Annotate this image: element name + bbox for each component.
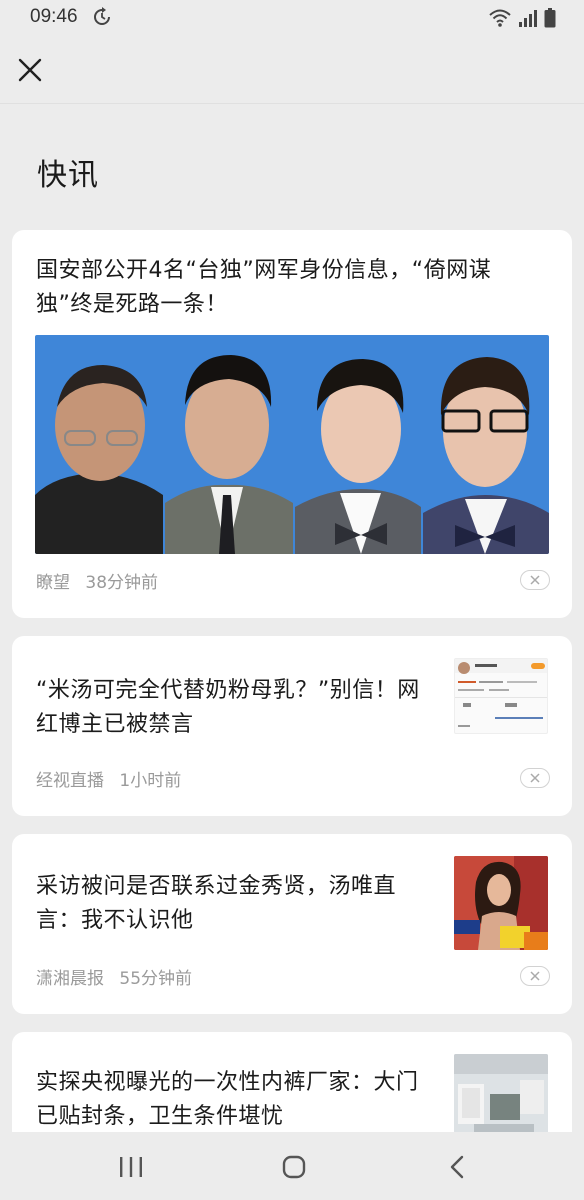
page-title: 快讯 <box>37 158 99 193</box>
news-title[interactable]: 采访被问是否联系过金秀贤，汤唯直言：我不认识他 <box>36 870 436 938</box>
news-title[interactable]: 国安部公开4名“台独”网军身份信息，“倚网谋独”终是死路一条！ <box>36 254 548 322</box>
news-feed[interactable]: 国安部公开4名“台独”网军身份信息，“倚网谋独”终是死路一条！ 瞭望 38分钟前… <box>0 230 584 1132</box>
close-icon[interactable] <box>14 54 46 86</box>
news-title[interactable]: “米汤可完全代替奶粉母乳？”别信！网红博主已被禁言 <box>36 674 436 742</box>
status-icons <box>488 8 556 28</box>
news-card[interactable]: 采访被问是否联系过金秀贤，汤唯直言：我不认识他 潇湘晨报 55分钟前 <box>12 834 572 1014</box>
system-nav-bar <box>0 1132 584 1200</box>
news-meta: 瞭望 38分钟前 <box>36 568 158 593</box>
home-icon[interactable] <box>274 1152 314 1182</box>
status-bar: 09:46 <box>0 0 584 36</box>
signal-icon <box>519 10 537 27</box>
news-card[interactable]: 国安部公开4名“台独”网军身份信息，“倚网谋独”终是死路一条！ 瞭望 38分钟前 <box>12 230 572 618</box>
actress-photo-thumbnail <box>454 856 548 950</box>
close-icon <box>530 575 540 585</box>
news-thumbnail[interactable] <box>454 856 548 950</box>
portraits-photo <box>35 355 549 554</box>
news-source: 经视直播 <box>36 771 104 791</box>
factory-photo-thumbnail <box>454 1054 548 1132</box>
news-time: 1小时前 <box>119 771 182 791</box>
news-time: 55分钟前 <box>119 969 193 989</box>
social-profile-thumbnail <box>455 659 547 727</box>
news-source: 瞭望 <box>36 573 70 593</box>
close-icon <box>530 773 540 783</box>
dismiss-button[interactable] <box>520 966 550 986</box>
news-source: 潇湘晨报 <box>36 969 104 989</box>
dismiss-button[interactable] <box>520 768 550 788</box>
close-icon <box>530 971 540 981</box>
dismiss-button[interactable] <box>520 570 550 590</box>
status-time: 09:46 <box>30 6 78 27</box>
top-bar <box>0 36 584 104</box>
news-image[interactable] <box>35 335 549 554</box>
news-time: 38分钟前 <box>85 573 159 593</box>
news-meta: 经视直播 1小时前 <box>36 766 181 791</box>
wifi-icon <box>489 9 511 27</box>
news-title[interactable]: 实探央视曝光的一次性内裤厂家：大门已贴封条，卫生条件堪忧 <box>36 1066 436 1132</box>
news-thumbnail[interactable] <box>454 1054 548 1132</box>
recent-apps-icon[interactable] <box>111 1152 151 1182</box>
news-meta: 潇湘晨报 55分钟前 <box>36 964 192 989</box>
news-thumbnail[interactable] <box>454 658 548 734</box>
news-card[interactable]: 实探央视曝光的一次性内裤厂家：大门已贴封条，卫生条件堪忧 <box>12 1032 572 1132</box>
back-icon[interactable] <box>438 1152 478 1182</box>
battery-icon <box>544 8 556 28</box>
sync-icon <box>94 7 110 25</box>
news-card[interactable]: “米汤可完全代替奶粉母乳？”别信！网红博主已被禁言 经视直播 1小时前 <box>12 636 572 816</box>
